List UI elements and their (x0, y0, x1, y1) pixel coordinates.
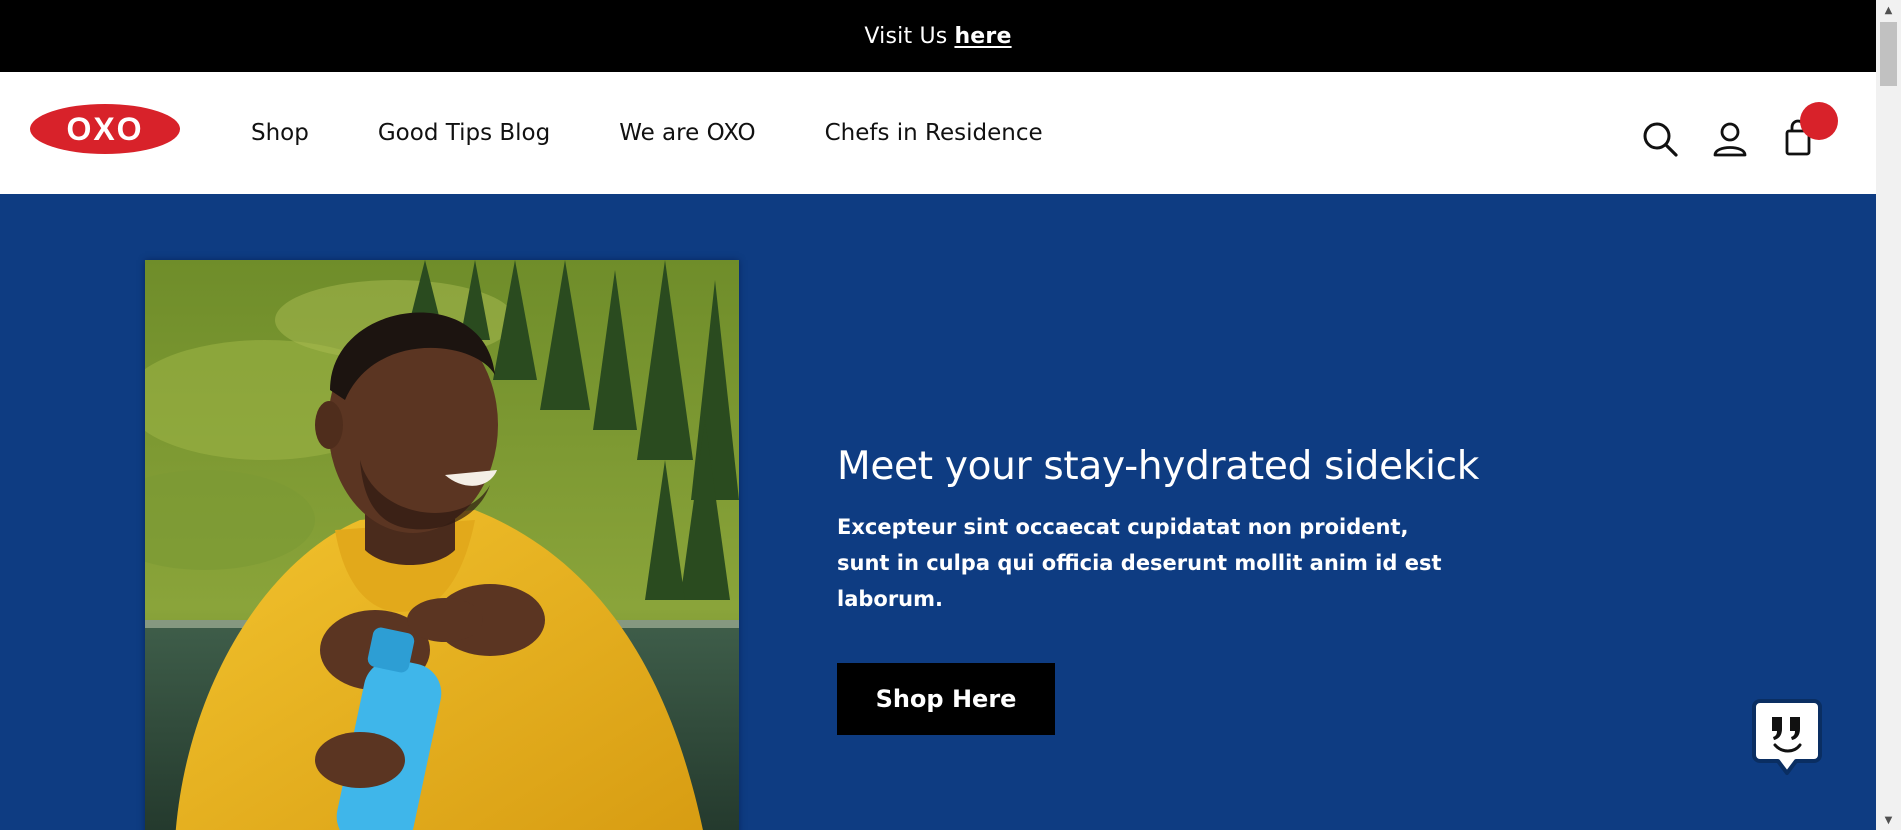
announcement-link[interactable]: here (954, 24, 1011, 49)
account-icon[interactable] (1710, 119, 1750, 159)
hero-section: Meet your stay-hydrated sidekick Excepte… (0, 194, 1876, 830)
quote-chat-icon (1752, 699, 1822, 775)
page: Visit Us here OXO Shop Good Tips Blog We… (0, 0, 1901, 830)
nav-item-we-are-oxo[interactable]: We are OXO (619, 120, 755, 146)
scroll-up-arrow-icon[interactable]: ▲ (1876, 0, 1901, 20)
site-header: OXO Shop Good Tips Blog We are OXO Chefs… (0, 72, 1876, 194)
hero-copy: Meet your stay-hydrated sidekick Excepte… (837, 444, 1480, 735)
nav-item-shop[interactable]: Shop (251, 120, 309, 146)
announcement-bar: Visit Us here (0, 0, 1876, 72)
scrollbar-thumb[interactable] (1880, 22, 1897, 86)
scroll-down-arrow-icon[interactable]: ▼ (1876, 810, 1901, 830)
logo-text: OXO (66, 111, 143, 147)
chat-widget[interactable] (1752, 697, 1822, 779)
hero-title: Meet your stay-hydrated sidekick (837, 444, 1480, 489)
shop-here-button[interactable]: Shop Here (837, 663, 1055, 735)
cart-count-badge (1800, 102, 1838, 140)
hero-image (145, 260, 739, 830)
nav-item-chefs-in-residence[interactable]: Chefs in Residence (825, 120, 1043, 146)
search-icon[interactable] (1640, 119, 1680, 159)
nav-item-good-tips-blog[interactable]: Good Tips Blog (378, 120, 550, 146)
main-nav: Shop Good Tips Blog We are OXO Chefs in … (251, 72, 1112, 194)
page-scrollbar[interactable]: ▲ ▼ (1876, 0, 1901, 830)
hero-body: Excepteur sint occaecat cupidatat non pr… (837, 515, 1442, 611)
announcement-text: Visit Us (864, 23, 948, 49)
oxo-logo[interactable]: OXO (30, 104, 180, 154)
